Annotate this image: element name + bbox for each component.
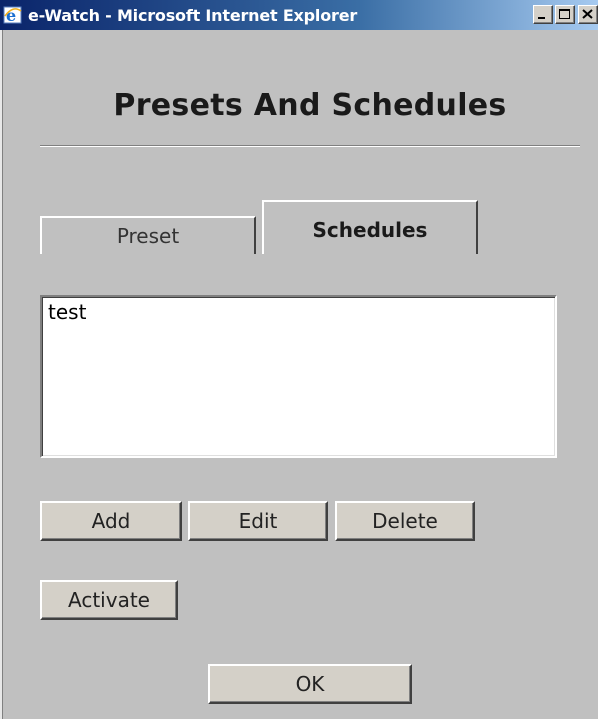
minimize-button[interactable] (533, 5, 553, 24)
edit-button[interactable]: Edit (188, 501, 328, 541)
maximize-icon (559, 9, 570, 19)
tab-preset[interactable]: Preset (40, 216, 256, 254)
window-title: e-Watch - Microsoft Internet Explorer (28, 5, 358, 25)
maximize-button[interactable] (555, 5, 575, 24)
tab-schedules[interactable]: Schedules (262, 200, 478, 254)
delete-button[interactable]: Delete (335, 501, 475, 541)
ok-button[interactable]: OK (208, 664, 412, 704)
internet-explorer-icon: e (3, 6, 22, 25)
close-icon (582, 9, 593, 19)
activate-button[interactable]: Activate (40, 580, 178, 620)
add-button[interactable]: Add (40, 501, 182, 541)
list-item[interactable]: test (42, 297, 555, 327)
schedules-listbox[interactable]: test (40, 295, 557, 458)
divider (40, 145, 580, 147)
window-titlebar[interactable]: e e-Watch - Microsoft Internet Explorer (0, 0, 598, 30)
minimize-icon (538, 17, 545, 19)
close-button[interactable] (578, 5, 598, 24)
window-border (0, 30, 3, 719)
page-title: Presets And Schedules (113, 88, 507, 123)
